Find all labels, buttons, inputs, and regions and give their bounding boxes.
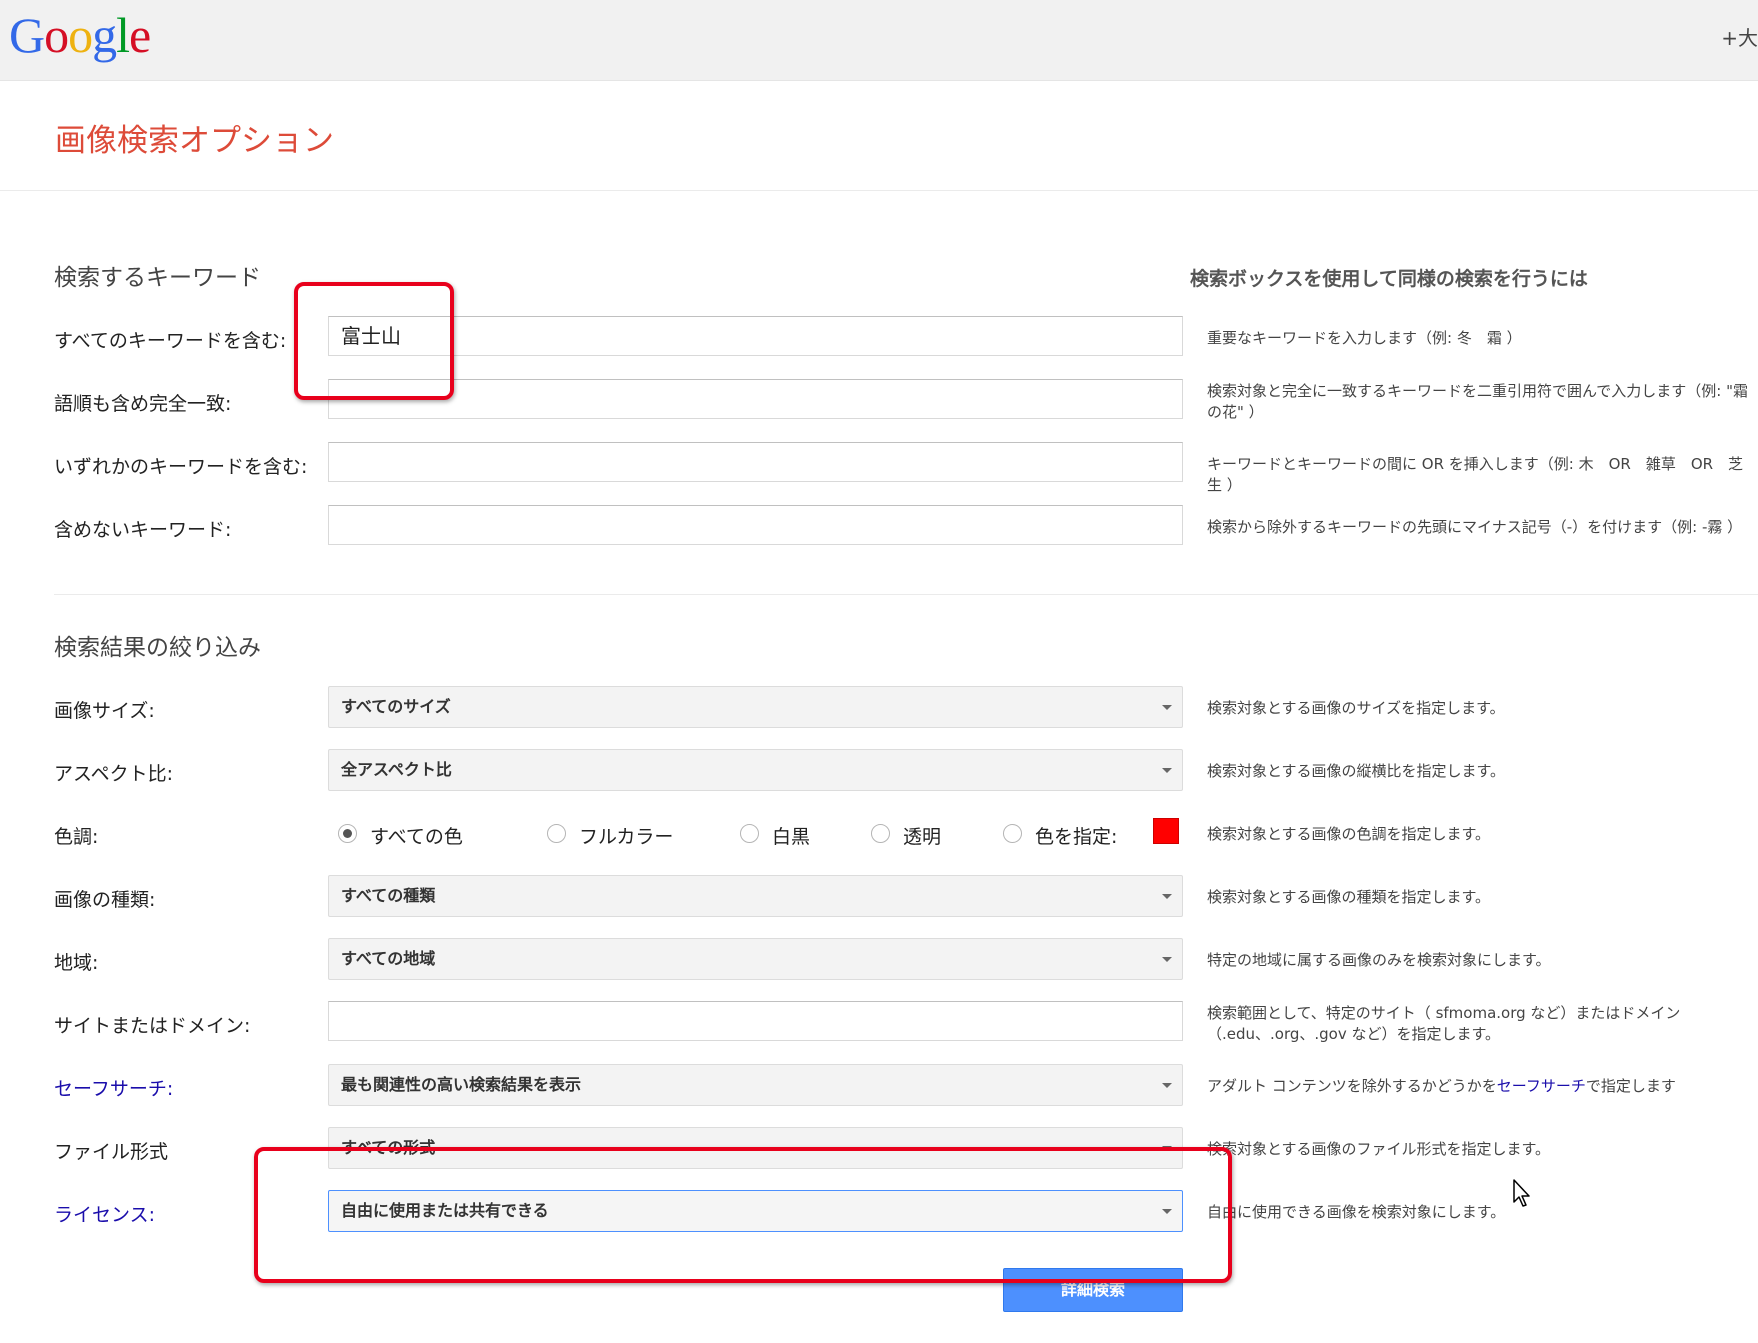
keywords-section-title: 検索するキーワード xyxy=(54,265,261,291)
exact-phrase-row: 語順も含め完全一致: 検索対象と完全に一致するキーワードを二重引用符で囲んで入力… xyxy=(0,379,1758,423)
google-logo[interactable]: Google xyxy=(9,6,151,64)
image-type-value: すべての種類 xyxy=(341,886,436,905)
aspect-ratio-row: アスペクト比: 全アスペクト比 検索対象とする画像の縦横比を指定します。 xyxy=(0,749,1758,793)
radio-icon xyxy=(740,824,759,843)
logo-letter-e: e xyxy=(129,7,151,63)
image-size-select[interactable]: すべてのサイズ xyxy=(328,686,1183,728)
page-title: 画像検索オプション xyxy=(55,123,334,159)
exact-phrase-input[interactable] xyxy=(328,379,1183,419)
color-radio-transparent-label: 透明 xyxy=(903,826,942,848)
annotation-highlight-keyword xyxy=(294,282,454,400)
divider xyxy=(0,190,1758,191)
color-radio-bw-label: 白黒 xyxy=(772,826,811,848)
color-label: 色調: xyxy=(54,826,99,848)
aspect-ratio-select[interactable]: 全アスペクト比 xyxy=(328,749,1183,791)
logo-letter-l: l xyxy=(116,7,130,63)
image-size-help: 検索対象とする画像のサイズを指定します。 xyxy=(1207,699,1505,717)
all-words-label: すべてのキーワードを含む: xyxy=(54,330,287,352)
all-words-input[interactable]: 富士山 xyxy=(328,316,1183,356)
site-input[interactable] xyxy=(328,1001,1183,1041)
aspect-ratio-value: 全アスペクト比 xyxy=(341,760,452,779)
divider xyxy=(54,594,1758,595)
logo-letter-g: G xyxy=(9,7,45,63)
none-words-row: 含めないキーワード: 検索から除外するキーワードの先頭にマイナス記号（-）を付け… xyxy=(0,505,1758,549)
exact-phrase-label: 語順も含め完全一致: xyxy=(54,393,232,415)
license-label-link[interactable]: ライセンス: xyxy=(54,1200,155,1227)
filter-section-title: 検索結果の絞り込み xyxy=(54,635,261,661)
radio-icon xyxy=(1003,824,1022,843)
logo-letter-o1: o xyxy=(44,7,69,63)
all-words-help: 重要なキーワードを入力します（例: 冬 霜 ） xyxy=(1207,329,1522,347)
safesearch-help: アダルト コンテンツを除外するかどうかをセーフサーチで指定します xyxy=(1207,1076,1752,1097)
any-words-input[interactable] xyxy=(328,442,1183,482)
top-bar: Google +大 xyxy=(0,0,1758,81)
region-label: 地域: xyxy=(54,952,99,974)
safesearch-label-link[interactable]: セーフサーチ: xyxy=(54,1074,173,1101)
safesearch-row: セーフサーチ: 最も関連性の高い検索結果を表示 アダルト コンテンツを除外するか… xyxy=(0,1064,1758,1108)
annotation-highlight-license xyxy=(254,1147,1232,1283)
license-help: 自由に使用できる画像を検索対象にします。 xyxy=(1207,1203,1506,1221)
any-words-row: いずれかのキーワードを含む: キーワードとキーワードの間に OR を挿入します（… xyxy=(0,442,1758,494)
color-help: 検索対象とする画像の色調を指定します。 xyxy=(1207,825,1491,843)
aspect-ratio-help: 検索対象とする画像の縦横比を指定します。 xyxy=(1207,762,1506,780)
safesearch-help-before: アダルト コンテンツを除外するかどうかを xyxy=(1207,1077,1497,1095)
safesearch-help-after: で指定します xyxy=(1585,1077,1676,1095)
image-size-label: 画像サイズ: xyxy=(54,700,155,722)
color-radio-full-label: フルカラー xyxy=(579,826,674,848)
safesearch-value: 最も関連性の高い検索結果を表示 xyxy=(341,1075,582,1094)
all-words-row: すべてのキーワードを含む: 富士山 重要なキーワードを入力します（例: 冬 霜 … xyxy=(0,316,1758,360)
none-words-help: 検索から除外するキーワードの先頭にマイナス記号（-）を付けます（例: -霧 ） xyxy=(1207,518,1743,536)
color-radio-specific-label: 色を指定: xyxy=(1035,826,1118,848)
image-type-row: 画像の種類: すべての種類 検索対象とする画像の種類を指定します。 xyxy=(0,875,1758,919)
color-row: 色調: すべての色 フルカラー 白黒 透明 色を指定: 検索対象とする画像の色調… xyxy=(0,812,1758,856)
color-swatch-red[interactable] xyxy=(1153,818,1179,844)
aspect-ratio-label: アスペクト比: xyxy=(54,763,174,785)
safesearch-help-link[interactable]: セーフサーチ xyxy=(1497,1077,1586,1095)
chevron-down-icon xyxy=(1162,894,1172,899)
chevron-down-icon xyxy=(1162,957,1172,962)
region-select[interactable]: すべての地域 xyxy=(328,938,1183,980)
any-words-label: いずれかのキーワードを含む: xyxy=(54,456,308,478)
image-type-select[interactable]: すべての種類 xyxy=(328,875,1183,917)
logo-letter-o2: o xyxy=(68,7,93,63)
radio-icon xyxy=(547,824,566,843)
site-label: サイトまたはドメイン: xyxy=(54,1015,251,1037)
image-size-row: 画像サイズ: すべてのサイズ 検索対象とする画像のサイズを指定します。 xyxy=(0,686,1758,730)
any-words-help: キーワードとキーワードの間に OR を挿入します（例: 木 OR 雑草 OR 芝… xyxy=(1207,455,1744,494)
radio-checked-icon xyxy=(338,824,357,843)
profile-link[interactable]: +大 xyxy=(1721,22,1758,51)
image-size-value: すべてのサイズ xyxy=(341,697,451,716)
site-help: 検索範囲として、特定のサイト（ sfmoma.org など）またはドメイン（.e… xyxy=(1207,1004,1681,1043)
help-heading: 検索ボックスを使用して同様の検索を行うには xyxy=(1190,268,1588,290)
mouse-cursor-icon xyxy=(1513,1179,1530,1207)
exact-phrase-help: 検索対象と完全に一致するキーワードを二重引用符で囲んで入力します（例: "霜の花… xyxy=(1207,382,1748,421)
region-row: 地域: すべての地域 特定の地域に属する画像のみを検索対象にします。 xyxy=(0,938,1758,982)
none-words-input[interactable] xyxy=(328,505,1183,545)
image-type-label: 画像の種類: xyxy=(54,889,156,911)
region-value: すべての地域 xyxy=(341,949,436,968)
image-type-help: 検索対象とする画像の種類を指定します。 xyxy=(1207,888,1491,906)
logo-letter-g2: g xyxy=(92,7,117,63)
file-type-help: 検索対象とする画像のファイル形式を指定します。 xyxy=(1207,1140,1551,1158)
color-radio-all-label: すべての色 xyxy=(370,826,463,848)
radio-icon xyxy=(871,824,890,843)
safesearch-select[interactable]: 最も関連性の高い検索結果を表示 xyxy=(328,1064,1183,1106)
none-words-label: 含めないキーワード: xyxy=(54,519,232,541)
chevron-down-icon xyxy=(1162,705,1172,710)
chevron-down-icon xyxy=(1162,1083,1172,1088)
file-type-label: ファイル形式 xyxy=(54,1141,169,1163)
chevron-down-icon xyxy=(1162,768,1172,773)
site-row: サイトまたはドメイン: 検索範囲として、特定のサイト（ sfmoma.org な… xyxy=(0,1001,1758,1045)
region-help: 特定の地域に属する画像のみを検索対象にします。 xyxy=(1207,951,1551,969)
